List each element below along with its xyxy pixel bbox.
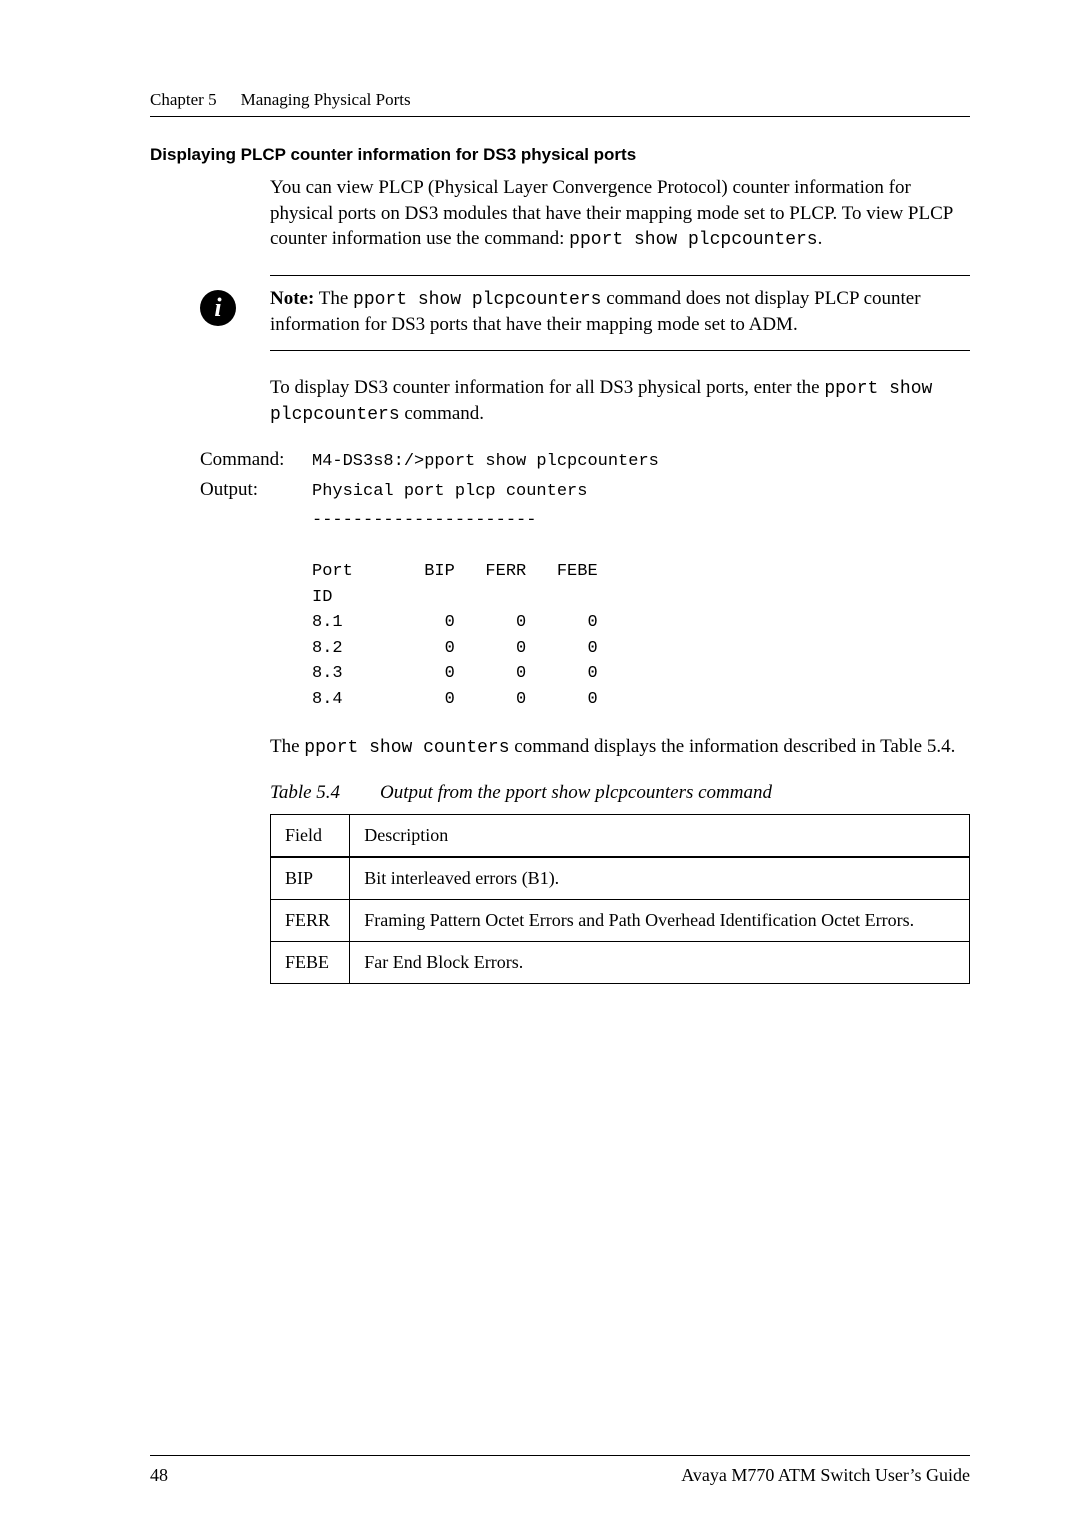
table-row: FEBEFar End Block Errors. bbox=[271, 942, 970, 984]
note-label: Note: bbox=[270, 288, 314, 309]
cell-desc: Framing Pattern Octet Errors and Path Ov… bbox=[350, 900, 970, 942]
table-row: 8.3 0 0 0 bbox=[312, 661, 970, 687]
cell-field: FERR bbox=[271, 900, 350, 942]
output-blank bbox=[312, 534, 970, 560]
th-desc: Description bbox=[350, 815, 970, 858]
cell-field: FEBE bbox=[271, 942, 350, 984]
table-row: 8.1 0 0 0 bbox=[312, 610, 970, 636]
para1-code: pport show plcpcounters bbox=[569, 230, 817, 250]
info-icon: i bbox=[200, 290, 236, 326]
table-number: Table 5.4 bbox=[270, 782, 340, 804]
para3-mid: command displays the information describ… bbox=[510, 736, 881, 757]
cell-desc: Bit interleaved errors (B1). bbox=[350, 857, 970, 900]
th-field: Field bbox=[271, 815, 350, 858]
table-row: FERRFraming Pattern Octet Errors and Pat… bbox=[271, 900, 970, 942]
para1-post: . bbox=[818, 228, 823, 249]
table-row: 8.4 0 0 0 bbox=[312, 687, 970, 713]
page-number: 48 bbox=[150, 1465, 168, 1486]
output-columns: Port BIP FERR FEBE bbox=[312, 559, 970, 585]
note-block: i Note: The pport show plcpcounters comm… bbox=[270, 275, 970, 351]
para3-ref: Table 5.4 bbox=[880, 736, 950, 757]
para2-pre: To display DS3 counter information for a… bbox=[270, 377, 824, 398]
output-label: Output: bbox=[200, 479, 312, 501]
table-caption: Table 5.4 Output from the pport show plc… bbox=[270, 782, 970, 804]
cell-desc: Far End Block Errors. bbox=[350, 942, 970, 984]
para3-post: . bbox=[951, 736, 956, 757]
para3-code: pport show counters bbox=[304, 738, 509, 758]
chapter-title: Managing Physical Ports bbox=[241, 90, 411, 110]
paragraph-2: To display DS3 counter information for a… bbox=[270, 375, 970, 428]
note-pre: The bbox=[314, 288, 353, 309]
table-caption-text: Output from the pport show plcpcounters … bbox=[380, 782, 772, 804]
command-line: M4-DS3s8:/>pport show plcpcounters bbox=[312, 449, 659, 475]
output-header: Physical port plcp counters bbox=[312, 479, 587, 505]
intro-paragraph: You can view PLCP (Physical Layer Conver… bbox=[270, 175, 970, 253]
output-divider: ---------------------- bbox=[312, 508, 970, 534]
page-footer: 48 Avaya M770 ATM Switch User’s Guide bbox=[150, 1465, 970, 1486]
command-label: Command: bbox=[200, 449, 312, 471]
cell-field: BIP bbox=[271, 857, 350, 900]
command-output-block: Command: M4-DS3s8:/>pport show plcpcount… bbox=[200, 449, 970, 712]
note-text: Note: The pport show plcpcounters comman… bbox=[270, 286, 970, 338]
guide-title: Avaya M770 ATM Switch User’s Guide bbox=[681, 1465, 970, 1486]
section-title: Displaying PLCP counter information for … bbox=[150, 145, 970, 165]
footer-rule bbox=[150, 1455, 970, 1456]
table-row: 8.2 0 0 0 bbox=[312, 636, 970, 662]
note-code: pport show plcpcounters bbox=[353, 290, 601, 310]
table-row: BIPBit interleaved errors (B1). bbox=[271, 857, 970, 900]
para2-post: command. bbox=[400, 403, 484, 424]
output-table: Field Description BIPBit interleaved err… bbox=[270, 814, 970, 984]
info-icon-wrap: i bbox=[200, 290, 236, 326]
paragraph-3: The pport show counters command displays… bbox=[270, 734, 970, 760]
chapter-number: Chapter 5 bbox=[150, 90, 217, 110]
output-id-row: ID bbox=[312, 585, 970, 611]
chapter-header: Chapter 5 Managing Physical Ports bbox=[150, 90, 970, 117]
para3-pre: The bbox=[270, 736, 304, 757]
